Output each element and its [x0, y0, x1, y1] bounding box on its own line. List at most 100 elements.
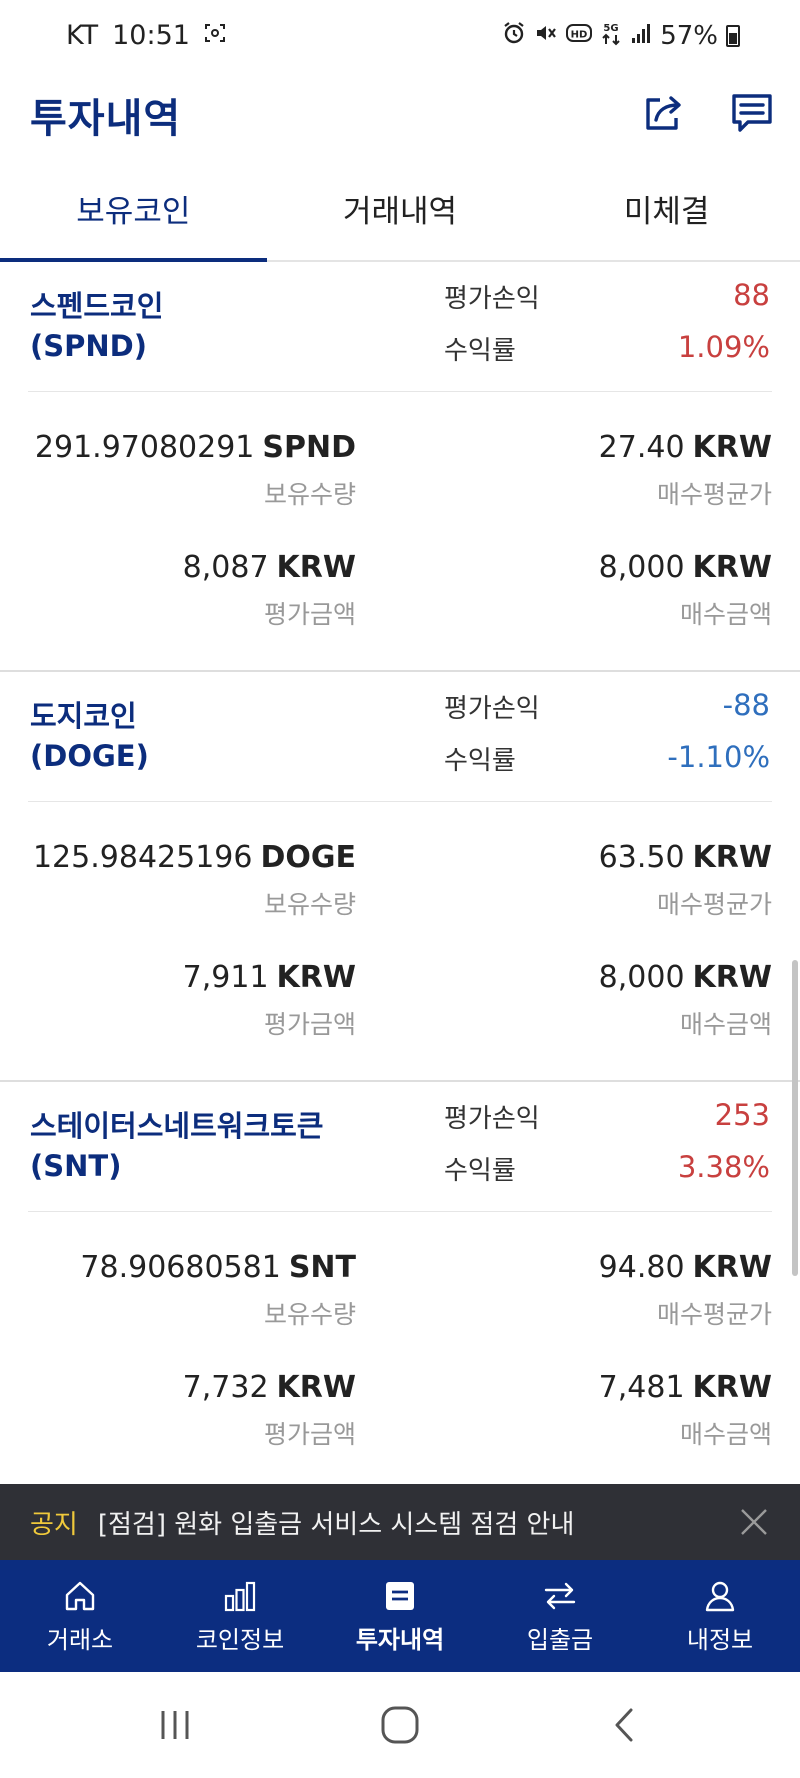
notice-text[interactable]: [점검] 원화 입출금 서비스 시스템 점검 안내	[98, 1504, 575, 1541]
scrollbar[interactable]	[792, 960, 798, 1276]
home-circle-icon	[381, 1706, 419, 1744]
carrier-label: KT	[66, 20, 99, 51]
user-icon	[705, 1581, 735, 1611]
nav-exchange[interactable]: 거래소	[0, 1560, 160, 1672]
nav-investments[interactable]: 투자내역	[320, 1560, 480, 1672]
holding-qty-label: 보유수량	[263, 890, 356, 919]
avg-price-value: 27.40	[598, 430, 685, 465]
chat-button[interactable]	[724, 84, 780, 140]
transfer-icon	[544, 1582, 576, 1609]
coin-symbol: (SNT)	[30, 1149, 122, 1183]
nav-label: 입출금	[526, 1625, 594, 1654]
eval-amount-cell: 7,732 KRW 평가금액	[183, 1370, 356, 1451]
recent-apps-icon	[161, 1711, 189, 1739]
share-button[interactable]	[636, 84, 692, 140]
coin-name: 스테이터스네트워크토큰 (SNT)	[30, 1106, 323, 1186]
battery-icon	[726, 25, 740, 47]
notice-tag: 공지	[30, 1509, 78, 1540]
buy-amount-label: 매수금액	[679, 600, 772, 629]
pl-value: -88	[722, 688, 770, 722]
coin-card-doge[interactable]: 도지코인 (DOGE) 평가손익 -88 수익률 -1.10% 125.9842…	[0, 672, 800, 1082]
rate-value: 1.09%	[677, 330, 770, 364]
holdings-list[interactable]: 스펜드코인 (SPND) 평가손익 88 수익률 1.09% 291.97080…	[0, 262, 800, 1484]
coin-symbol: (SPND)	[30, 329, 147, 363]
holding-qty-cell: 78.90680581 SNT 보유수량	[80, 1250, 356, 1331]
holding-qty-cell: 125.98425196 DOGE 보유수량	[33, 840, 356, 921]
pl-label: 평가손익	[444, 694, 540, 724]
holding-qty-value: 125.98425196	[32, 840, 253, 875]
tab-trade-history[interactable]: 거래내역	[267, 180, 534, 260]
back-button[interactable]	[600, 1700, 650, 1750]
buy-amount-cell: 8,000 KRW 매수금액	[599, 960, 772, 1041]
pl-value: 88	[733, 278, 770, 312]
avg-price-unit: KRW	[692, 430, 772, 465]
nav-my-info[interactable]: 내정보	[640, 1560, 800, 1672]
rate-value: 3.38%	[677, 1150, 770, 1184]
bar-chart-icon	[224, 1581, 256, 1611]
buy-amount-value: 7,481	[598, 1370, 685, 1405]
eval-amount-unit: KRW	[276, 550, 356, 585]
eval-amount-unit: KRW	[276, 960, 356, 995]
rate-label: 수익률	[444, 1156, 516, 1186]
coin-name-korean: 스펜드코인	[30, 289, 164, 323]
coin-name-korean: 도지코인	[30, 699, 137, 733]
recent-apps-button[interactable]	[150, 1700, 200, 1750]
rate-value: -1.10%	[667, 740, 770, 774]
tab-bar: 보유코인 거래내역 미체결	[0, 180, 800, 262]
home-icon	[65, 1581, 95, 1610]
holding-qty-value: 78.90680581	[80, 1250, 281, 1285]
buy-amount-unit: KRW	[692, 1370, 772, 1405]
buy-amount-value: 8,000	[598, 550, 685, 585]
eval-amount-label: 평가금액	[263, 600, 356, 629]
battery-percent: 57%	[660, 21, 718, 51]
page-title: 투자내역	[30, 96, 182, 142]
eval-amount-label: 평가금액	[263, 1010, 356, 1039]
5g-icon: 5G	[600, 20, 622, 52]
notice-bar[interactable]: 공지 [점검] 원화 입출금 서비스 시스템 점검 안내	[0, 1484, 800, 1560]
coin-symbol: (DOGE)	[30, 739, 149, 773]
signal-icon	[630, 22, 652, 50]
holding-qty-value: 291.97080291	[34, 430, 255, 465]
holding-qty-label: 보유수량	[263, 480, 356, 509]
eval-amount-value: 8,087	[182, 550, 269, 585]
coin-card-snt[interactable]: 스테이터스네트워크토큰 (SNT) 평가손익 253 수익률 3.38% 78.…	[0, 1082, 800, 1484]
nav-deposit-withdraw[interactable]: 입출금	[480, 1560, 640, 1672]
coin-card-spnd[interactable]: 스펜드코인 (SPND) 평가손익 88 수익률 1.09% 291.97080…	[0, 262, 800, 672]
bottom-nav: 거래소 코인정보 투자내역 입출금 내정보	[0, 1560, 800, 1672]
rate-label: 수익률	[444, 336, 516, 366]
tab-unfilled[interactable]: 미체결	[533, 180, 800, 260]
avg-price-label: 매수평균가	[656, 480, 772, 509]
app-header: 투자내역	[0, 74, 800, 194]
avg-price-unit: KRW	[692, 840, 772, 875]
buy-amount-value: 8,000	[598, 960, 685, 995]
avg-price-unit: KRW	[692, 1250, 772, 1285]
buy-amount-cell: 7,481 KRW 매수금액	[599, 1370, 772, 1451]
eval-amount-cell: 7,911 KRW 평가금액	[183, 960, 356, 1041]
coin-name-korean: 스테이터스네트워크토큰	[30, 1109, 324, 1143]
clock: 10:51	[112, 20, 190, 51]
status-left: KT 10:51	[66, 20, 226, 51]
buy-amount-cell: 8,000 KRW 매수금액	[599, 550, 772, 631]
tab-holdings[interactable]: 보유코인	[0, 180, 267, 262]
pl-label: 평가손익	[444, 284, 540, 314]
pl-value: 253	[714, 1098, 770, 1132]
share-icon	[646, 96, 681, 130]
eval-amount-label: 평가금액	[263, 1420, 356, 1449]
notice-close-button[interactable]	[736, 1504, 772, 1540]
svg-text:5G: 5G	[604, 23, 619, 34]
coin-header: 스테이터스네트워크토큰 (SNT) 평가손익 253 수익률 3.38%	[28, 1082, 772, 1212]
avg-price-value: 94.80	[598, 1250, 685, 1285]
list-icon	[386, 1581, 414, 1610]
avg-price-cell: 94.80 KRW 매수평균가	[599, 1250, 772, 1331]
buy-amount-label: 매수금액	[679, 1010, 772, 1039]
avg-price-cell: 27.40 KRW 매수평균가	[599, 430, 772, 511]
screenshot-icon	[204, 23, 226, 49]
nav-label: 투자내역	[355, 1625, 445, 1654]
nav-coin-info[interactable]: 코인정보	[160, 1560, 320, 1672]
mute-icon	[534, 21, 558, 51]
nav-label: 내정보	[686, 1625, 754, 1654]
nav-label: 코인정보	[195, 1625, 285, 1654]
coin-header: 스펜드코인 (SPND) 평가손익 88 수익률 1.09%	[28, 262, 772, 392]
home-button[interactable]	[375, 1700, 425, 1750]
avg-price-value: 63.50	[598, 840, 685, 875]
